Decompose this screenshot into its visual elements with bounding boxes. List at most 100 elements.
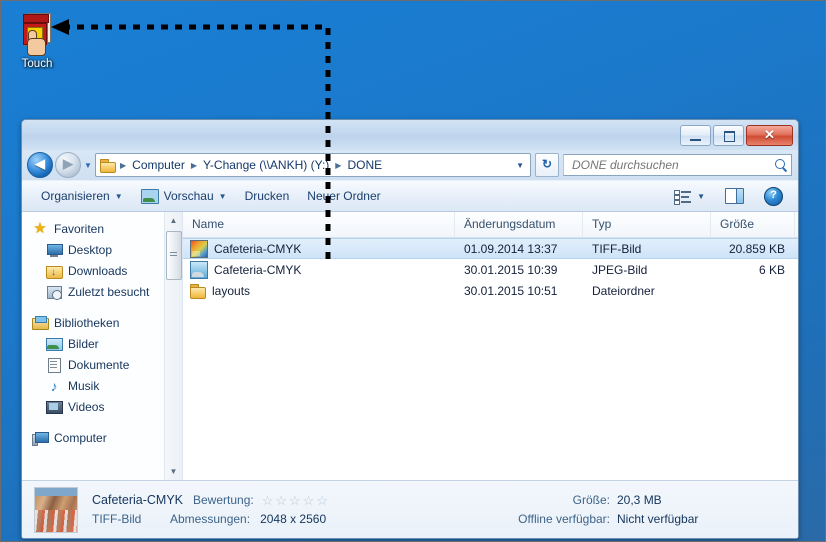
help-button[interactable]: ? bbox=[755, 183, 792, 210]
title-bar[interactable]: ✕ bbox=[22, 120, 798, 150]
column-header-size[interactable]: Größe bbox=[711, 212, 795, 237]
rating-stars[interactable]: ☆ ☆ ☆ ☆ ☆ bbox=[262, 494, 328, 507]
scrollbar-thumb[interactable] bbox=[166, 231, 182, 280]
folder-icon bbox=[100, 158, 116, 173]
minimize-button[interactable] bbox=[680, 125, 711, 146]
sidebar-item-label: Videos bbox=[68, 399, 105, 414]
details-file-name: Cafeteria-CMYK bbox=[92, 493, 183, 507]
navigation-pane: ★ Favoriten Desktop ↓ Downloads Zuletzt … bbox=[22, 212, 183, 480]
tiff-image-icon bbox=[190, 239, 208, 258]
star-icon: ★ bbox=[33, 219, 47, 237]
rating-label: Bewertung: bbox=[193, 493, 254, 507]
recent-places-icon bbox=[46, 284, 62, 300]
star-icon[interactable]: ☆ bbox=[316, 494, 328, 507]
change-view-button[interactable]: ▼ bbox=[665, 185, 714, 207]
star-icon[interactable]: ☆ bbox=[289, 494, 301, 507]
maximize-button[interactable] bbox=[713, 125, 744, 146]
column-header-date[interactable]: Änderungsdatum bbox=[455, 212, 583, 237]
history-dropdown-icon[interactable]: ▼ bbox=[81, 161, 95, 170]
star-icon[interactable]: ☆ bbox=[275, 494, 287, 507]
chevron-down-icon: ▼ bbox=[218, 191, 227, 201]
file-name-cell: Cafeteria-CMYK bbox=[183, 260, 455, 279]
forward-button[interactable]: ▶ bbox=[55, 152, 81, 178]
star-icon[interactable]: ☆ bbox=[303, 494, 315, 507]
sidebar-item-label: Bilder bbox=[68, 336, 99, 351]
file-name-cell: Cafeteria-CMYK bbox=[183, 239, 455, 258]
file-name: Cafeteria-CMYK bbox=[214, 241, 302, 256]
breadcrumb-item-computer[interactable]: Computer bbox=[129, 158, 188, 172]
dimensions-label: Abmessungen: bbox=[170, 512, 251, 526]
table-row[interactable]: Cafeteria-CMYK 30.01.2015 10:39 JPEG-Bil… bbox=[183, 259, 798, 280]
organize-button[interactable]: Organisieren ▼ bbox=[32, 185, 132, 207]
explorer-window: ✕ ◀ ▶ ▼ ▶ Computer ▶ Y-Change (\\ANKH) (… bbox=[21, 119, 799, 539]
close-button[interactable]: ✕ bbox=[746, 125, 793, 146]
chevron-down-icon: ▼ bbox=[697, 191, 705, 201]
table-row[interactable]: layouts 30.01.2015 10:51 Dateiordner bbox=[183, 280, 798, 301]
close-icon: ✕ bbox=[764, 127, 775, 142]
size-label: Größe: bbox=[572, 493, 610, 507]
breadcrumb-separator: ▶ bbox=[335, 160, 342, 170]
search-icon bbox=[774, 158, 788, 173]
sidebar-item-videos[interactable]: Videos bbox=[22, 396, 182, 417]
details-file-type: TIFF-Bild bbox=[92, 512, 142, 526]
hand-icon bbox=[25, 30, 47, 56]
breadcrumb-item-drive[interactable]: Y-Change (\\ANKH) (Y:) bbox=[200, 158, 332, 172]
back-button[interactable]: ◀ bbox=[27, 152, 53, 178]
refresh-icon: ↻ bbox=[541, 157, 553, 171]
sidebar-item-bilder[interactable]: Bilder bbox=[22, 333, 182, 354]
screenshot-root: Touch ✕ ◀ ▶ ▼ ▶ Computer ▶ Y-Change (\\A… bbox=[0, 0, 826, 542]
sidebar-group-label: Bibliotheken bbox=[54, 315, 120, 330]
desktop-icon-touch[interactable]: Touch bbox=[7, 11, 67, 71]
column-header-type[interactable]: Typ bbox=[583, 212, 711, 237]
jpeg-image-icon bbox=[190, 260, 208, 279]
navigation-scrollbar[interactable]: ▲ ▼ bbox=[164, 212, 182, 480]
table-row[interactable]: Cafeteria-CMYK 01.09.2014 13:37 TIFF-Bil… bbox=[183, 238, 798, 259]
toolbar: Organisieren ▼ Vorschau ▼ Drucken Neuer … bbox=[22, 180, 798, 212]
sidebar-item-zuletzt-besucht[interactable]: Zuletzt besucht bbox=[22, 281, 182, 302]
star-icon[interactable]: ☆ bbox=[262, 494, 274, 507]
breadcrumb-dropdown-icon[interactable]: ▼ bbox=[512, 161, 528, 170]
sidebar-item-label: Downloads bbox=[68, 263, 128, 278]
file-type: Dateiordner bbox=[592, 283, 655, 298]
preview-image-icon bbox=[140, 188, 159, 204]
window-body: ★ Favoriten Desktop ↓ Downloads Zuletzt … bbox=[22, 212, 798, 480]
sidebar-group-bibliotheken[interactable]: Bibliotheken bbox=[22, 312, 182, 333]
organize-label: Organisieren bbox=[41, 189, 110, 203]
new-folder-button[interactable]: Neuer Ordner bbox=[298, 185, 389, 207]
sidebar-item-musik[interactable]: ♪ Musik bbox=[22, 375, 182, 396]
file-size: 20.859 KB bbox=[728, 241, 785, 256]
breadcrumb-item-done[interactable]: DONE bbox=[344, 158, 385, 172]
scroll-up-icon[interactable]: ▲ bbox=[165, 212, 182, 229]
column-header-name[interactable]: Name bbox=[183, 212, 455, 237]
details-pane: Cafeteria-CMYK Bewertung: ☆ ☆ ☆ ☆ ☆ TIFF… bbox=[22, 480, 798, 538]
sidebar-item-label: Desktop bbox=[68, 242, 113, 257]
search-input[interactable] bbox=[570, 157, 774, 173]
preview-label: Vorschau bbox=[163, 189, 214, 203]
sidebar-group-computer[interactable]: Computer bbox=[22, 427, 182, 448]
scroll-down-icon[interactable]: ▼ bbox=[165, 463, 182, 480]
preview-pane-icon bbox=[725, 188, 744, 204]
sidebar-item-downloads[interactable]: ↓ Downloads bbox=[22, 260, 182, 281]
monitor-icon bbox=[46, 242, 63, 258]
sidebar-item-dokumente[interactable]: Dokumente bbox=[22, 354, 182, 375]
file-name-cell: layouts bbox=[183, 283, 455, 299]
breadcrumb[interactable]: ▶ Computer ▶ Y-Change (\\ANKH) (Y:) ▶ DO… bbox=[95, 153, 531, 177]
sidebar-item-desktop[interactable]: Desktop bbox=[22, 239, 182, 260]
file-date: 01.09.2014 13:37 bbox=[464, 241, 558, 256]
sidebar-group-label: Computer bbox=[54, 430, 107, 445]
file-thumbnail bbox=[34, 486, 78, 533]
sidebar-group-favoriten[interactable]: ★ Favoriten bbox=[22, 218, 182, 239]
refresh-button[interactable]: ↻ bbox=[535, 153, 559, 177]
file-type: TIFF-Bild bbox=[592, 241, 642, 256]
search-box[interactable] bbox=[563, 154, 792, 176]
print-button[interactable]: Drucken bbox=[236, 185, 299, 207]
details-line-offline: Offline verfügbar: Nicht verfügbar bbox=[492, 510, 788, 529]
status-strip bbox=[22, 538, 798, 539]
window-controls: ✕ bbox=[680, 125, 793, 146]
preview-button[interactable]: Vorschau ▼ bbox=[132, 185, 236, 208]
file-name: layouts bbox=[212, 283, 251, 298]
show-preview-pane-button[interactable] bbox=[716, 184, 753, 208]
details-line-title: Cafeteria-CMYK Bewertung: ☆ ☆ ☆ ☆ ☆ bbox=[92, 491, 492, 510]
